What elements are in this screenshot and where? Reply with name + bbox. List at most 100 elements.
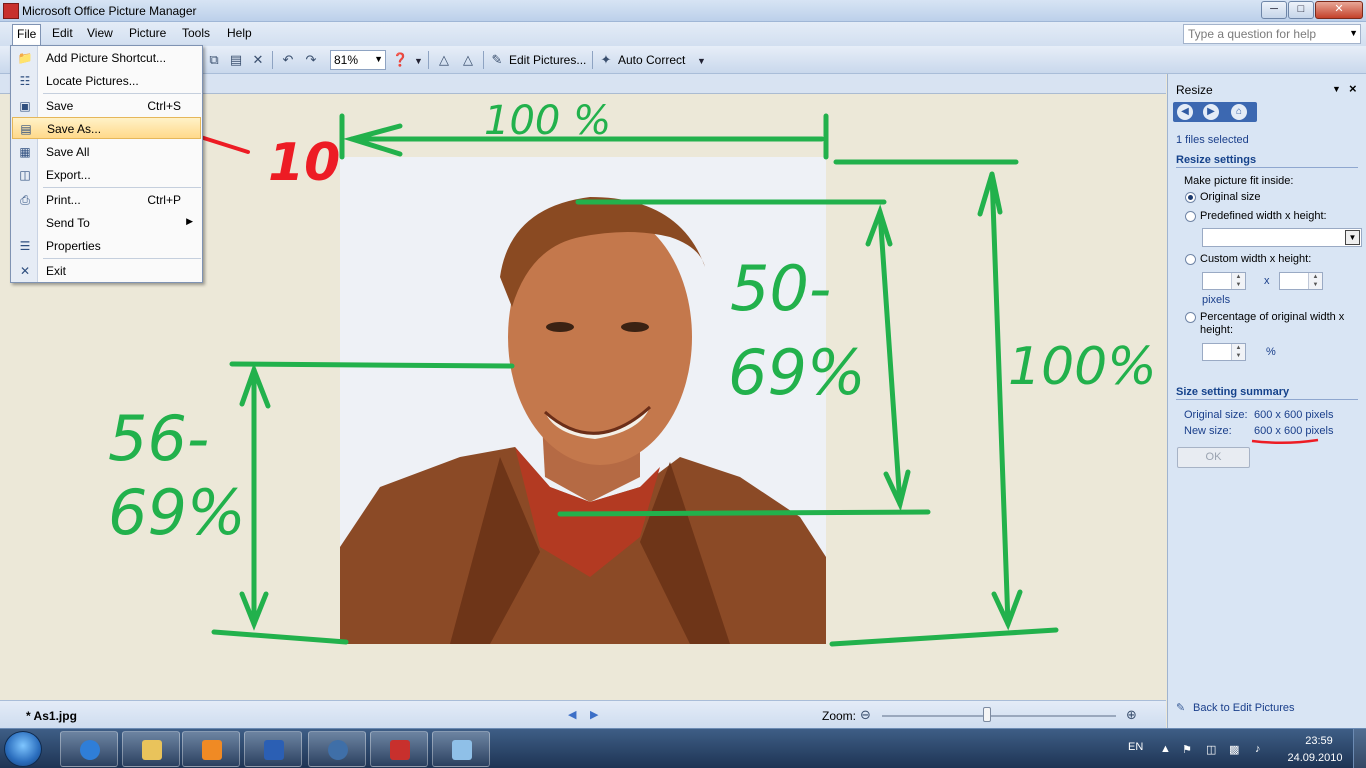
custom-height-input[interactable]: ▲ ▼	[1279, 272, 1323, 290]
network-icon[interactable]: ▩	[1229, 743, 1239, 756]
rotate-left-icon[interactable]: △	[436, 53, 452, 67]
predefined-size-radio[interactable]	[1185, 211, 1196, 222]
picture-manager-icon	[3, 3, 19, 19]
pixels-label: pixels	[1202, 294, 1231, 306]
taskbar-thunderbird[interactable]	[308, 731, 366, 767]
start-button[interactable]	[4, 731, 42, 767]
undo-icon[interactable]: ↶	[280, 53, 296, 67]
help-icon[interactable]: ❓	[392, 53, 408, 67]
fit-inside-label: Make picture fit inside:	[1184, 175, 1294, 187]
menu-item-properties[interactable]: ☰ Properties	[12, 235, 201, 257]
back-arrow-icon[interactable]: ◀	[1177, 104, 1193, 120]
chevron-down-icon[interactable]: ▼	[374, 54, 383, 64]
predefined-size-select[interactable]: ▼	[1202, 228, 1362, 247]
percentage-input[interactable]: ▲ ▼	[1202, 343, 1246, 361]
delete-icon[interactable]: ✕	[250, 53, 266, 67]
spinner-arrows-icon[interactable]: ▲ ▼	[1231, 344, 1245, 360]
forward-arrow-icon[interactable]: ▶	[1203, 104, 1219, 120]
chevron-down-icon[interactable]: ▼	[1332, 84, 1341, 94]
menu-help[interactable]: Help	[227, 26, 252, 40]
face-height-line-2: 69%	[728, 336, 866, 409]
menu-item-export[interactable]: ◫ Export...	[12, 164, 201, 186]
percentage-label: Percentage of original width x height:	[1200, 311, 1345, 336]
menu-item-label: Save	[46, 99, 74, 113]
menu-item-print[interactable]: ⎙ Print... Ctrl+P	[12, 189, 201, 211]
menu-item-label: Send To	[46, 216, 90, 230]
taskbar-internet-explorer[interactable]	[60, 731, 118, 767]
menu-file[interactable]: File	[12, 24, 42, 45]
zoom-select[interactable]: 81% ▼	[330, 50, 386, 70]
submenu-arrow-icon: ▶	[186, 216, 193, 226]
toolbar: ⧉ ▤ ✕ ↶ ↷ 81% ▼ ❓ ▼ △ △ ✎ Edit Pictures.…	[0, 46, 1366, 74]
taskbar-picture-manager[interactable]	[370, 731, 428, 767]
home-icon[interactable]: ⌂	[1231, 104, 1247, 120]
menu-item-send-to[interactable]: Send To ▶	[12, 212, 201, 234]
zoom-out-icon[interactable]: ⊖	[860, 707, 871, 723]
menu-item-label: Export...	[46, 168, 91, 182]
maximize-button[interactable]: □	[1288, 1, 1314, 19]
menu-item-locate-pictures[interactable]: ☷ Locate Pictures...	[12, 70, 201, 92]
original-size-radio[interactable]	[1185, 192, 1196, 203]
left-top-line	[229, 361, 515, 369]
spinner-arrows-icon[interactable]: ▲ ▼	[1231, 273, 1245, 289]
volume-icon[interactable]: ♪	[1255, 743, 1261, 755]
menu-item-save-as[interactable]: ▤ Save As...	[12, 117, 201, 139]
chevron-up-icon[interactable]: ▲	[1160, 743, 1171, 755]
toolbar-options-icon[interactable]: ▼	[414, 56, 423, 66]
edit-pictures-icon[interactable]: ✎	[489, 53, 505, 67]
edit-pictures-button[interactable]: Edit Pictures...	[509, 53, 586, 67]
show-desktop-button[interactable]	[1353, 729, 1366, 768]
percent-sign-label: %	[1266, 346, 1276, 358]
previous-picture-icon[interactable]: ◀	[568, 708, 576, 721]
right-height-arrow	[989, 171, 1011, 627]
taskbar-explorer[interactable]	[122, 731, 180, 767]
chevron-down-icon[interactable]: ▼	[1345, 230, 1360, 245]
zoom-in-icon[interactable]: ⊕	[1126, 707, 1137, 723]
clock-date[interactable]: 24.09.2010	[1285, 752, 1345, 764]
auto-correct-button[interactable]: Auto Correct	[618, 53, 685, 67]
status-bar: * As1.jpg ◀ ▶ Zoom: ⊖ ⊕	[0, 700, 1166, 728]
menu-item-label: Print...	[46, 193, 81, 207]
menu-item-save[interactable]: ▣ Save Ctrl+S	[12, 95, 201, 117]
custom-size-radio[interactable]	[1185, 254, 1196, 265]
menu-tools[interactable]: Tools	[182, 26, 210, 40]
language-indicator[interactable]: EN	[1128, 741, 1143, 753]
pane-title: Resize	[1176, 83, 1213, 97]
percentage-radio[interactable]	[1185, 312, 1196, 323]
zoom-slider-thumb[interactable]	[983, 707, 992, 722]
zoom-slider-track[interactable]	[882, 715, 1116, 717]
taskbar-paint[interactable]	[432, 731, 490, 767]
custom-x-label: x	[1264, 275, 1270, 287]
menu-item-exit[interactable]: ✕ Exit	[12, 260, 201, 282]
rotate-right-icon[interactable]: △	[460, 53, 476, 67]
menu-view[interactable]: View	[87, 26, 113, 40]
paste-icon[interactable]: ▤	[228, 53, 244, 67]
face-bottom-line	[557, 509, 931, 517]
spinner-arrows-icon[interactable]: ▲ ▼	[1308, 273, 1322, 289]
close-button[interactable]: ✕	[1315, 1, 1363, 19]
help-search-input[interactable]: Type a question for help ▼	[1183, 24, 1361, 44]
save-icon: ▣	[19, 99, 31, 113]
taskbar-media-player[interactable]	[182, 731, 240, 767]
custom-width-input[interactable]: ▲ ▼	[1202, 272, 1246, 290]
clock-time[interactable]: 23:59	[1299, 735, 1339, 747]
flag-icon[interactable]: ⚑	[1182, 743, 1192, 756]
toolbar-options-icon[interactable]: ▼	[697, 56, 706, 66]
menu-item-label: Properties	[46, 239, 101, 253]
auto-correct-icon[interactable]: ✦	[598, 53, 614, 67]
taskbar-word[interactable]	[244, 731, 302, 767]
menu-item-add-picture-shortcut[interactable]: 📁 Add Picture Shortcut...	[12, 47, 201, 69]
close-icon[interactable]: ×	[1349, 81, 1357, 96]
next-picture-icon[interactable]: ▶	[590, 708, 598, 721]
minimize-button[interactable]: ─	[1261, 1, 1287, 19]
copy-icon[interactable]: ⧉	[206, 53, 222, 67]
back-to-edit-pictures-link[interactable]: ✎ Back to Edit Pictures	[1176, 701, 1295, 714]
toolbar-separator	[592, 51, 593, 69]
redo-icon[interactable]: ↷	[303, 53, 319, 67]
menu-edit[interactable]: Edit	[52, 26, 73, 40]
chevron-down-icon[interactable]: ▼	[1349, 28, 1358, 38]
menu-picture[interactable]: Picture	[129, 26, 166, 40]
menu-item-save-all[interactable]: ▦ Save All	[12, 141, 201, 163]
device-icon[interactable]: ◫	[1206, 743, 1216, 756]
ok-button[interactable]: OK	[1177, 447, 1250, 468]
